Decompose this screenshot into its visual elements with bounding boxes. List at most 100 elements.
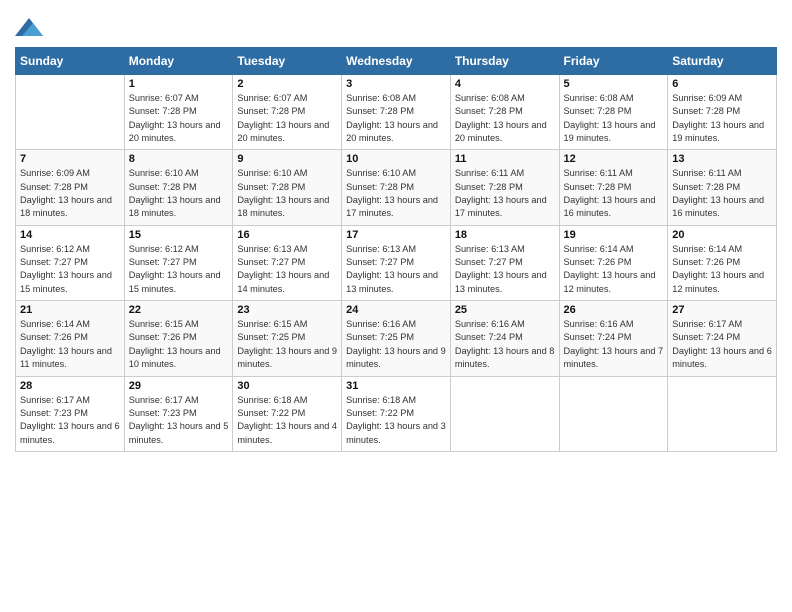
daylight-text: Daylight: 13 hours and 9 minutes. (346, 345, 446, 372)
daylight-text: Daylight: 13 hours and 17 minutes. (455, 194, 555, 221)
sunrise-text: Sunrise: 6:17 AM (20, 394, 120, 407)
calendar-cell: 4 Sunrise: 6:08 AMSunset: 7:28 PMDaylight… (450, 75, 559, 150)
calendar-cell: 3Sunrise: 6:08 AMSunset: 7:28 PMDaylight… (342, 75, 451, 150)
calendar-cell: 14 Sunrise: 6:12 AMSunset: 7:27 PMDayligh… (16, 225, 125, 300)
sunset-text: Sunset: 7:28 PM (672, 105, 772, 118)
sunrise-text: Sunrise: 6:13 AM (346, 243, 446, 256)
daylight-text: Daylight: 13 hours and 20 minutes. (346, 119, 446, 146)
calendar-cell: 18Sunrise: 6:13 AMSunset: 7:27 PMDayligh… (450, 225, 559, 300)
sunset-text: Sunset: 7:26 PM (672, 256, 772, 269)
logo-icon (15, 18, 43, 36)
logo (15, 16, 43, 41)
sunrise-text: Sunrise: 6:08 AM (346, 92, 446, 105)
day-number: 28 (20, 380, 120, 392)
calendar-cell: 27 Sunrise: 6:17 AMSunset: 7:24 PMDayligh… (668, 301, 777, 376)
day-info: Sunrise: 6:13 AMSunset: 7:27 PMDaylight:… (455, 243, 555, 296)
day-number: 2 (237, 78, 337, 90)
sunrise-text: Sunrise: 6:09 AM (20, 167, 120, 180)
day-number: 26 (564, 304, 664, 316)
sunrise-text: Sunrise: 6:08 AM (455, 92, 555, 105)
calendar-cell: 12Sunrise: 6:11 AMSunset: 7:28 PMDayligh… (559, 150, 668, 225)
weekday-header-friday: Friday (559, 48, 668, 75)
day-number: 10 (346, 153, 446, 165)
day-number: 14 (20, 229, 120, 241)
day-info: Sunrise: 6:07 AMSunset: 7:28 PMDaylight:… (237, 92, 337, 145)
day-info: Sunrise: 6:08 AMSunset: 7:28 PMDaylight:… (346, 92, 446, 145)
sunrise-text: Sunrise: 6:10 AM (129, 167, 229, 180)
calendar-cell: 31Sunrise: 6:18 AMSunset: 7:22 PMDayligh… (342, 376, 451, 451)
day-number: 16 (237, 229, 337, 241)
day-info: Sunrise: 6:16 AMSunset: 7:24 PMDaylight:… (455, 318, 555, 371)
calendar-cell (559, 376, 668, 451)
day-info: Sunrise: 6:18 AMSunset: 7:22 PMDaylight:… (346, 394, 446, 447)
sunrise-text: Sunrise: 6:07 AM (129, 92, 229, 105)
sunrise-text: Sunrise: 6:09 AM (672, 92, 772, 105)
sunrise-text: Sunrise: 6:10 AM (237, 167, 337, 180)
day-info: Sunrise: 6:09 AMSunset: 7:28 PMDaylight:… (20, 167, 120, 220)
sunset-text: Sunset: 7:26 PM (564, 256, 664, 269)
calendar-cell: 28 Sunrise: 6:17 AMSunset: 7:23 PMDayligh… (16, 376, 125, 451)
weekday-header-row: SundayMondayTuesdayWednesdayThursdayFrid… (16, 48, 777, 75)
day-info: Sunrise: 6:12 AMSunset: 7:27 PMDaylight:… (20, 243, 120, 296)
daylight-text: Daylight: 13 hours and 13 minutes. (455, 269, 555, 296)
day-number: 29 (129, 380, 229, 392)
day-info: Sunrise: 6:18 AMSunset: 7:22 PMDaylight:… (237, 394, 337, 447)
day-info: Sunrise: 6:17 AMSunset: 7:23 PMDaylight:… (20, 394, 120, 447)
day-info: Sunrise: 6:12 AMSunset: 7:27 PMDaylight:… (129, 243, 229, 296)
day-number: 11 (455, 153, 555, 165)
sunset-text: Sunset: 7:27 PM (455, 256, 555, 269)
daylight-text: Daylight: 13 hours and 17 minutes. (346, 194, 446, 221)
day-number: 27 (672, 304, 772, 316)
sunrise-text: Sunrise: 6:11 AM (455, 167, 555, 180)
sunrise-text: Sunrise: 6:17 AM (129, 394, 229, 407)
sunrise-text: Sunrise: 6:12 AM (129, 243, 229, 256)
daylight-text: Daylight: 13 hours and 20 minutes. (237, 119, 337, 146)
sunset-text: Sunset: 7:26 PM (129, 331, 229, 344)
day-info: Sunrise: 6:08 AMSunset: 7:28 PMDaylight:… (564, 92, 664, 145)
day-number: 21 (20, 304, 120, 316)
calendar-cell: 7Sunrise: 6:09 AMSunset: 7:28 PMDaylight… (16, 150, 125, 225)
calendar-week-row: 21 Sunrise: 6:14 AM Sunset: 7:26 PM Dayligh… (16, 301, 777, 376)
weekday-header-saturday: Saturday (668, 48, 777, 75)
day-number: 13 (672, 153, 772, 165)
calendar-cell: 30Sunrise: 6:18 AMSunset: 7:22 PMDayligh… (233, 376, 342, 451)
daylight-text: Daylight: 13 hours and 4 minutes. (237, 420, 337, 447)
calendar-cell: 16Sunrise: 6:13 AMSunset: 7:27 PMDayligh… (233, 225, 342, 300)
sunrise-text: Sunrise: 6:08 AM (564, 92, 664, 105)
calendar-cell: 22Sunrise: 6:15 AMSunset: 7:26 PMDayligh… (124, 301, 233, 376)
daylight-text: Daylight: 13 hours and 15 minutes. (20, 269, 120, 296)
calendar-cell: 25Sunrise: 6:16 AMSunset: 7:24 PMDayligh… (450, 301, 559, 376)
sunset-text: Sunset: 7:28 PM (346, 181, 446, 194)
sunrise-text: Sunrise: 6:11 AM (672, 167, 772, 180)
day-number: 19 (564, 229, 664, 241)
weekday-header-tuesday: Tuesday (233, 48, 342, 75)
daylight-text: Daylight: 13 hours and 11 minutes. (20, 345, 120, 372)
calendar-cell: 15Sunrise: 6:12 AMSunset: 7:27 PMDayligh… (124, 225, 233, 300)
sunset-text: Sunset: 7:28 PM (129, 181, 229, 194)
sunrise-text: Sunrise: 6:13 AM (455, 243, 555, 256)
day-info: Sunrise: 6:16 AMSunset: 7:25 PMDaylight:… (346, 318, 446, 371)
sunrise-text: Sunrise: 6:14 AM (20, 318, 120, 331)
day-info: Sunrise: 6:16 AMSunset: 7:24 PMDaylight:… (564, 318, 664, 371)
day-number: 22 (129, 304, 229, 316)
day-number: 4 (455, 78, 555, 90)
sunset-text: Sunset: 7:28 PM (564, 181, 664, 194)
calendar-week-row: 14Sunrise: 6:12 AMSunset: 7:27 PMDayligh… (16, 225, 777, 300)
sunset-text: Sunset: 7:23 PM (20, 407, 120, 420)
day-number: 5 (564, 78, 664, 90)
sunset-text: Sunset: 7:28 PM (455, 105, 555, 118)
calendar-cell: 24Sunrise: 6:16 AMSunset: 7:25 PMDayligh… (342, 301, 451, 376)
day-info: Sunrise: 6:17 AMSunset: 7:24 PMDaylight:… (672, 318, 772, 371)
sunset-text: Sunset: 7:28 PM (237, 181, 337, 194)
daylight-text: Daylight: 13 hours and 20 minutes. (455, 119, 555, 146)
sunset-text: Sunset: 7:24 PM (564, 331, 664, 344)
calendar-cell: 19Sunrise: 6:14 AMSunset: 7:26 PMDayligh… (559, 225, 668, 300)
daylight-text: Daylight: 13 hours and 16 minutes. (672, 194, 772, 221)
sunset-text: Sunset: 7:27 PM (346, 256, 446, 269)
daylight-text: Daylight: 13 hours and 6 minutes. (672, 345, 772, 372)
calendar-cell: 29Sunrise: 6:17 AMSunset: 7:23 PMDayligh… (124, 376, 233, 451)
day-number: 1 (129, 78, 229, 90)
sunset-text: Sunset: 7:28 PM (564, 105, 664, 118)
day-info: Sunrise: 6:08 AMSunset: 7:28 PMDaylight:… (455, 92, 555, 145)
daylight-text: Daylight: 13 hours and 3 minutes. (346, 420, 446, 447)
